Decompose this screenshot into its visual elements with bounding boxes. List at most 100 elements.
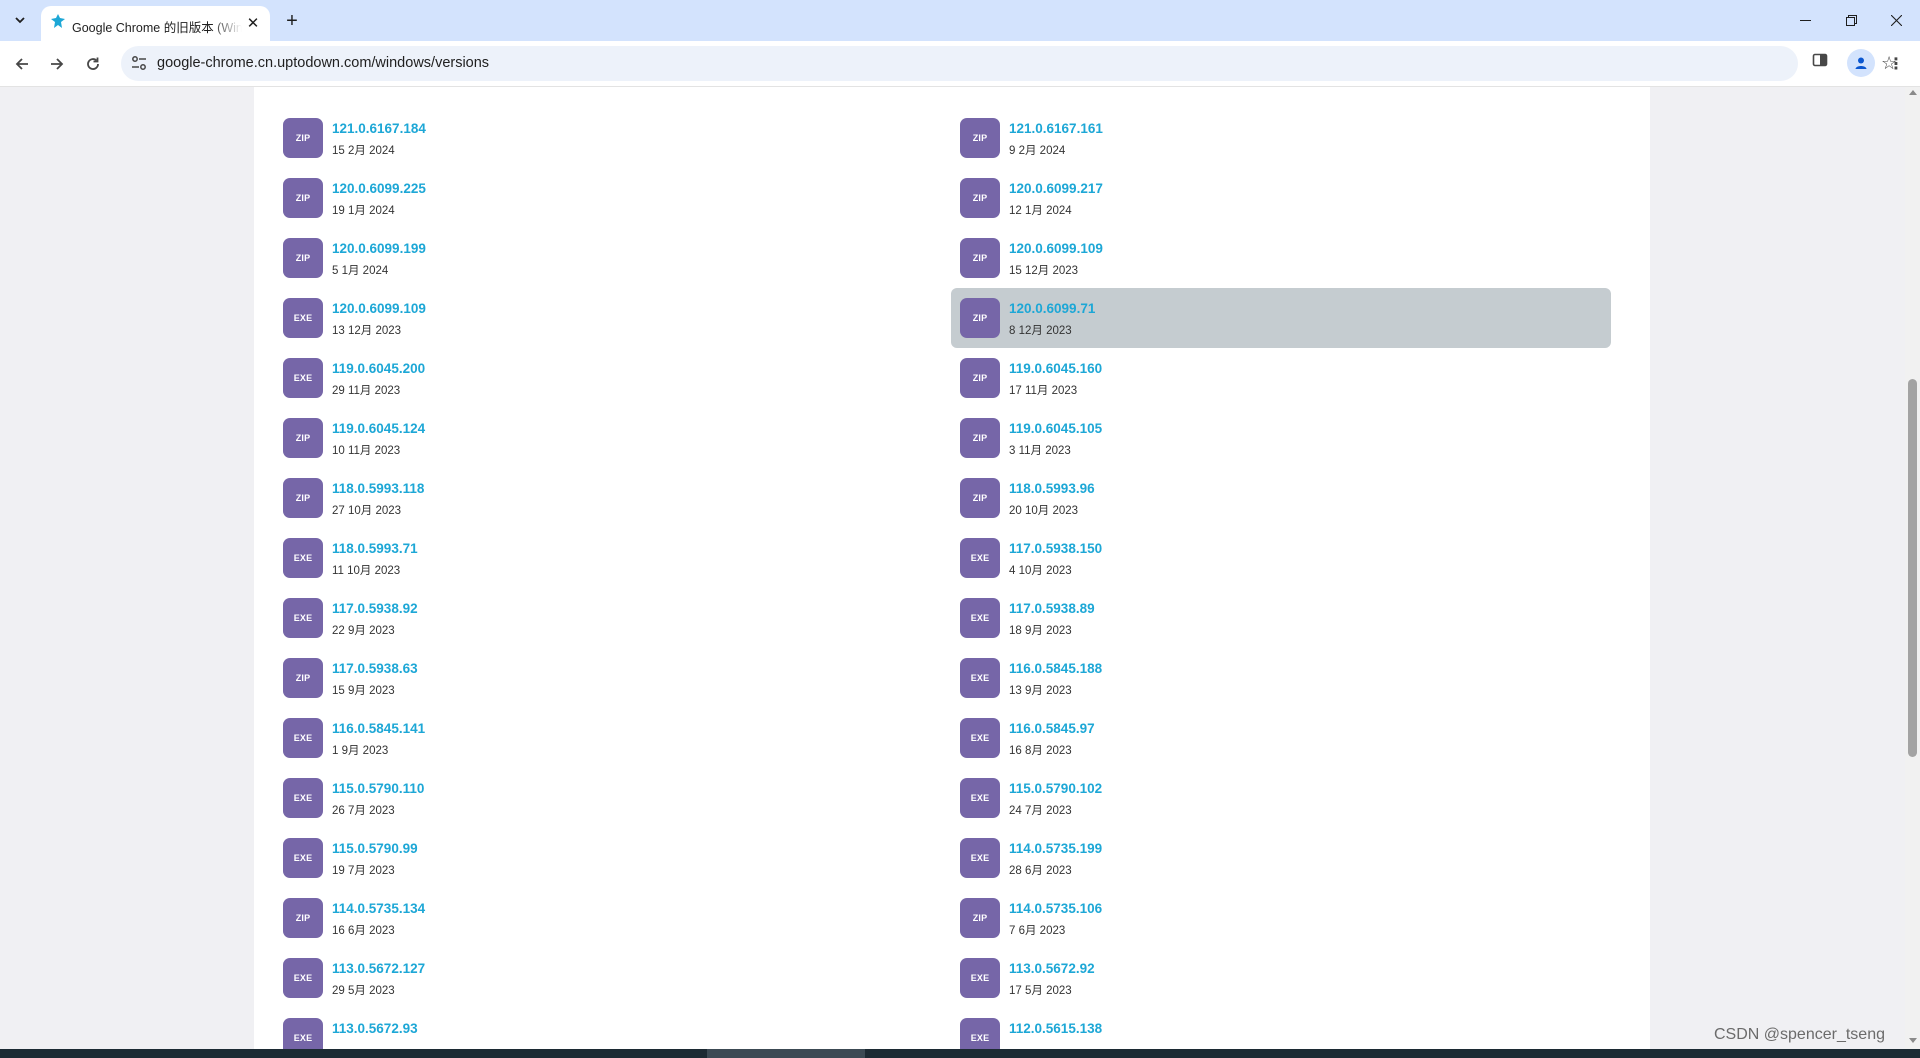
version-number-link[interactable]: 115.0.5790.102 — [1009, 781, 1102, 796]
zip-file-icon[interactable]: ZIP — [283, 898, 323, 938]
exe-file-icon[interactable]: EXE — [960, 658, 1000, 698]
zip-file-icon[interactable]: ZIP — [960, 118, 1000, 158]
version-item[interactable]: EXE 116.0.5845.188 13 9月 2023 — [951, 648, 1611, 708]
version-item[interactable]: EXE 114.0.5735.199 28 6月 2023 — [951, 828, 1611, 888]
close-window-button[interactable] — [1874, 0, 1918, 41]
version-item[interactable]: EXE 113.0.5672.127 29 5月 2023 — [274, 948, 934, 1008]
exe-file-icon[interactable]: EXE — [960, 718, 1000, 758]
version-number-link[interactable]: 119.0.6045.124 — [332, 421, 425, 436]
version-number-link[interactable]: 114.0.5735.134 — [332, 901, 425, 916]
exe-file-icon[interactable]: EXE — [283, 718, 323, 758]
version-number-link[interactable]: 118.0.5993.96 — [1009, 481, 1095, 496]
version-item[interactable]: ZIP 121.0.6167.161 9 2月 2024 — [951, 108, 1611, 168]
exe-file-icon[interactable]: EXE — [960, 538, 1000, 578]
exe-file-icon[interactable]: EXE — [283, 538, 323, 578]
version-item[interactable]: EXE 115.0.5790.110 26 7月 2023 — [274, 768, 934, 828]
tab-search-button[interactable] — [5, 7, 34, 33]
version-item[interactable]: ZIP 120.0.6099.71 8 12月 2023 — [951, 288, 1611, 348]
version-item[interactable]: EXE 117.0.5938.150 4 10月 2023 — [951, 528, 1611, 588]
version-item[interactable]: ZIP 117.0.5938.63 15 9月 2023 — [274, 648, 934, 708]
version-number-link[interactable]: 114.0.5735.199 — [1009, 841, 1102, 856]
version-number-link[interactable]: 116.0.5845.141 — [332, 721, 425, 736]
exe-file-icon[interactable]: EXE — [283, 298, 323, 338]
version-number-link[interactable]: 119.0.6045.160 — [1009, 361, 1102, 376]
exe-file-icon[interactable]: EXE — [283, 358, 323, 398]
version-item[interactable]: ZIP 114.0.5735.134 16 6月 2023 — [274, 888, 934, 948]
zip-file-icon[interactable]: ZIP — [960, 418, 1000, 458]
exe-file-icon[interactable]: EXE — [960, 598, 1000, 638]
version-item[interactable]: ZIP 119.0.6045.105 3 11月 2023 — [951, 408, 1611, 468]
address-bar[interactable]: google-chrome.cn.uptodown.com/windows/ve… — [121, 46, 1897, 81]
version-item[interactable]: EXE 117.0.5938.92 22 9月 2023 — [274, 588, 934, 648]
version-item[interactable]: ZIP 114.0.5735.106 7 6月 2023 — [951, 888, 1611, 948]
reload-button[interactable] — [78, 49, 108, 79]
zip-file-icon[interactable]: ZIP — [960, 898, 1000, 938]
minimize-button[interactable] — [1783, 0, 1827, 41]
version-item[interactable]: ZIP 120.0.6099.217 12 1月 2024 — [951, 168, 1611, 228]
version-number-link[interactable]: 120.0.6099.217 — [1009, 181, 1103, 196]
version-number-link[interactable]: 113.0.5672.92 — [1009, 961, 1095, 976]
version-number-link[interactable]: 117.0.5938.92 — [332, 601, 418, 616]
version-number-link[interactable]: 121.0.6167.161 — [1009, 121, 1103, 136]
scroll-up-arrow[interactable] — [1909, 90, 1917, 95]
zip-file-icon[interactable]: ZIP — [960, 238, 1000, 278]
url-text[interactable]: google-chrome.cn.uptodown.com/windows/ve… — [157, 55, 489, 71]
version-number-link[interactable]: 118.0.5993.71 — [332, 541, 418, 556]
version-number-link[interactable]: 120.0.6099.71 — [1009, 301, 1095, 316]
version-item[interactable]: ZIP 121.0.6167.184 15 2月 2024 — [274, 108, 934, 168]
exe-file-icon[interactable]: EXE — [960, 778, 1000, 818]
version-number-link[interactable]: 114.0.5735.106 — [1009, 901, 1102, 916]
version-item[interactable]: ZIP 118.0.5993.118 27 10月 2023 — [274, 468, 934, 528]
version-item[interactable]: ZIP 119.0.6045.160 17 11月 2023 — [951, 348, 1611, 408]
zip-file-icon[interactable]: ZIP — [960, 358, 1000, 398]
restore-button[interactable] — [1829, 0, 1873, 41]
exe-file-icon[interactable]: EXE — [960, 838, 1000, 878]
zip-file-icon[interactable]: ZIP — [283, 418, 323, 458]
taskbar-active-app[interactable] — [707, 1049, 865, 1058]
forward-button[interactable] — [42, 49, 72, 79]
version-number-link[interactable]: 118.0.5993.118 — [332, 481, 424, 496]
version-item[interactable]: EXE 113.0.5672.92 17 5月 2023 — [951, 948, 1611, 1008]
exe-file-icon[interactable]: EXE — [283, 778, 323, 818]
close-tab-icon[interactable]: ✕ — [244, 14, 262, 32]
zip-file-icon[interactable]: ZIP — [960, 178, 1000, 218]
version-number-link[interactable]: 115.0.5790.99 — [332, 841, 418, 856]
exe-file-icon[interactable]: EXE — [960, 1018, 1000, 1049]
tune-icon[interactable] — [130, 54, 148, 77]
exe-file-icon[interactable]: EXE — [283, 958, 323, 998]
new-tab-button[interactable]: + — [279, 8, 305, 34]
back-button[interactable] — [7, 49, 37, 79]
side-panel-icon[interactable] — [1812, 52, 1828, 73]
version-number-link[interactable]: 120.0.6099.199 — [332, 241, 426, 256]
more-vertical-icon[interactable]: ⋮ — [1886, 50, 1906, 78]
version-number-link[interactable]: 116.0.5845.97 — [1009, 721, 1095, 736]
exe-file-icon[interactable]: EXE — [283, 838, 323, 878]
zip-file-icon[interactable]: ZIP — [283, 178, 323, 218]
version-number-link[interactable]: 113.0.5672.93 — [332, 1021, 418, 1036]
version-item[interactable]: EXE 115.0.5790.102 24 7月 2023 — [951, 768, 1611, 828]
zip-file-icon[interactable]: ZIP — [283, 658, 323, 698]
version-item[interactable]: ZIP 119.0.6045.124 10 11月 2023 — [274, 408, 934, 468]
version-item[interactable]: ZIP 120.0.6099.225 19 1月 2024 — [274, 168, 934, 228]
version-item[interactable]: ZIP 120.0.6099.109 15 12月 2023 — [951, 228, 1611, 288]
version-number-link[interactable]: 119.0.6045.105 — [1009, 421, 1102, 436]
version-item[interactable]: EXE 112.0.5615.138 — [951, 1008, 1611, 1049]
scroll-down-arrow[interactable] — [1909, 1038, 1917, 1043]
zip-file-icon[interactable]: ZIP — [960, 478, 1000, 518]
version-number-link[interactable]: 119.0.6045.200 — [332, 361, 425, 376]
vertical-scrollbar[interactable] — [1905, 87, 1920, 1049]
version-item[interactable]: EXE 117.0.5938.89 18 9月 2023 — [951, 588, 1611, 648]
scrollbar-thumb[interactable] — [1908, 379, 1917, 757]
version-number-link[interactable]: 120.0.6099.109 — [332, 301, 426, 316]
version-number-link[interactable]: 115.0.5790.110 — [332, 781, 424, 796]
version-number-link[interactable]: 117.0.5938.63 — [332, 661, 418, 676]
exe-file-icon[interactable]: EXE — [283, 1018, 323, 1049]
browser-tab-active[interactable]: Google Chrome 的旧版本 (Windows) ✕ — [41, 6, 270, 41]
version-number-link[interactable]: 117.0.5938.150 — [1009, 541, 1102, 556]
exe-file-icon[interactable]: EXE — [960, 958, 1000, 998]
version-number-link[interactable]: 116.0.5845.188 — [1009, 661, 1102, 676]
version-number-link[interactable]: 112.0.5615.138 — [1009, 1021, 1102, 1036]
version-number-link[interactable]: 120.0.6099.225 — [332, 181, 426, 196]
version-item[interactable]: EXE 116.0.5845.97 16 8月 2023 — [951, 708, 1611, 768]
version-number-link[interactable]: 117.0.5938.89 — [1009, 601, 1095, 616]
